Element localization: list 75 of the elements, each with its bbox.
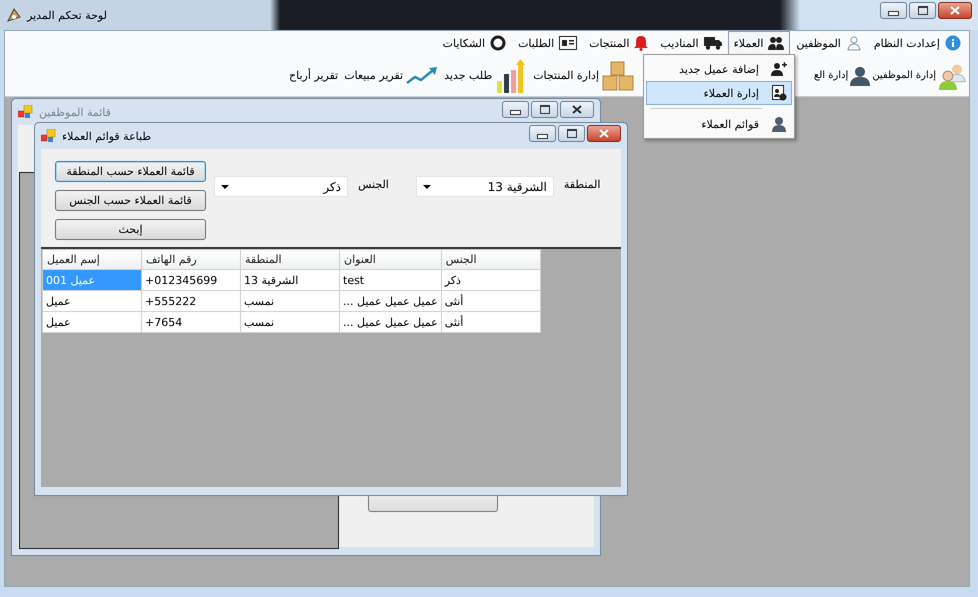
minimize-button[interactable] — [880, 2, 907, 19]
maximize-button[interactable] — [909, 2, 936, 19]
region-dropdown[interactable]: الشرقية 13 — [416, 176, 554, 197]
maximize-button[interactable] — [558, 125, 585, 142]
column-header[interactable]: العنوان — [340, 250, 442, 270]
gender-dropdown[interactable]: ذكر — [214, 176, 348, 197]
table-cell[interactable]: ذكر — [441, 270, 540, 290]
info-icon — [945, 35, 961, 51]
lifebuoy-icon — [490, 35, 506, 51]
column-header[interactable]: إسم العميل — [42, 250, 142, 270]
person-card-icon — [771, 85, 787, 101]
minimize-button[interactable] — [502, 101, 529, 118]
toolbar-button[interactable]: تقرير مبيعات — [341, 66, 442, 86]
menu-item[interactable]: الطلبات — [512, 31, 584, 55]
menu-item[interactable]: إضافة عميل جديد — [646, 57, 792, 81]
table-cell[interactable]: أنثى — [441, 290, 540, 312]
card-icon — [559, 36, 578, 50]
report-button[interactable]: إبحث — [55, 219, 206, 240]
two-people-icon — [938, 62, 966, 90]
form-icon — [18, 105, 34, 119]
form-icon — [41, 129, 57, 143]
column-header[interactable]: رقم الهاتف — [142, 250, 240, 270]
table-cell[interactable]: نمسب — [240, 312, 340, 332]
toolbar-button[interactable]: إدارة الموظفين — [871, 62, 967, 90]
person-icon — [771, 116, 787, 132]
close-icon — [950, 6, 960, 15]
table-cell[interactable]: نمسب — [240, 290, 340, 312]
boxes-icon — [602, 60, 634, 90]
table-cell[interactable]: test — [340, 270, 442, 290]
bar-chart-icon — [495, 58, 528, 92]
person-icon — [850, 66, 870, 86]
close-icon — [572, 105, 582, 114]
app-icon — [6, 7, 22, 23]
add-person-icon — [771, 62, 787, 76]
menu-item[interactable]: إدارة العملاء — [646, 81, 792, 105]
menu-item[interactable]: العملاء — [728, 31, 790, 55]
table-cell[interactable]: أنثى — [441, 312, 540, 332]
minimize-button[interactable] — [529, 125, 556, 142]
toolbar-button[interactable]: إدارة المنتجات — [530, 60, 637, 90]
menu-item[interactable]: الشكايات — [436, 31, 512, 55]
table-cell[interactable]: +7654 — [142, 312, 240, 332]
column-header[interactable]: المنطقة — [240, 250, 340, 270]
table-cell[interactable]: عميل عميل عميل ... — [340, 312, 442, 332]
toolbar-button[interactable]: طلب جديد — [441, 58, 530, 92]
trend-line-icon — [406, 66, 438, 86]
close-button[interactable] — [938, 2, 972, 19]
two-people-icon — [768, 35, 784, 51]
report-button[interactable]: قائمة العملاء حسب المنطقة — [55, 161, 206, 182]
menu-item[interactable]: إعدادت النظام — [868, 31, 967, 55]
maximize-button[interactable] — [531, 101, 558, 118]
report-button[interactable]: قائمة العملاء حسب الجنس — [55, 190, 206, 211]
close-icon — [599, 129, 609, 138]
column-header[interactable]: الجنس — [441, 250, 540, 270]
window-title: طباعة قوائم العملاء — [62, 130, 152, 142]
table-cell[interactable]: عميل — [42, 312, 142, 332]
toolbar-button[interactable]: تقرير أرباح — [286, 69, 342, 82]
person-icon — [846, 35, 862, 51]
table-cell[interactable]: الشرقية 13 — [240, 270, 340, 290]
toolbar-button[interactable]: إدارة الع — [812, 62, 872, 90]
menu-item[interactable]: الموظفين — [790, 31, 868, 55]
truck-icon — [704, 36, 722, 50]
table-cell[interactable]: عميل — [42, 290, 142, 312]
gender-label: الجنس — [358, 178, 389, 191]
table-cell[interactable]: عميل عميل عميل ... — [340, 290, 442, 312]
window-title: لوحة تحكم المدير — [27, 8, 107, 22]
menu-item[interactable]: المنتجات — [583, 31, 654, 55]
table-cell[interactable]: +555222 — [142, 290, 240, 312]
window-title: قائمة الموظفين — [39, 106, 111, 118]
menu-item[interactable]: المناديب — [654, 31, 728, 55]
table-cell[interactable]: +012345699 — [142, 270, 240, 290]
bell-icon — [634, 35, 648, 51]
region-label: المنطقة — [564, 178, 600, 191]
close-button[interactable] — [560, 101, 594, 118]
close-button[interactable] — [587, 125, 621, 142]
menu-item[interactable]: قوائم العملاء — [646, 112, 792, 136]
